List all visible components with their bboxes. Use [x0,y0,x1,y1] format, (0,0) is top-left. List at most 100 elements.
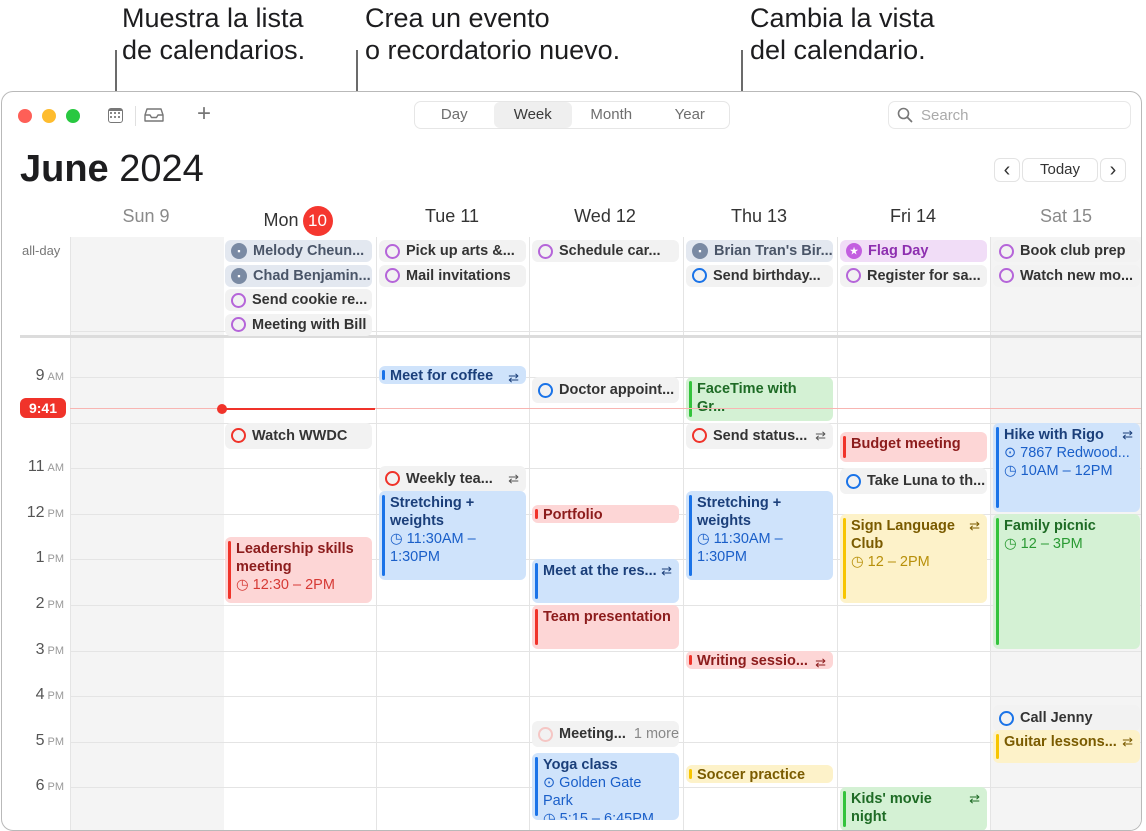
item-title: Schedule car... [559,243,661,259]
next-week-button[interactable]: › [1100,158,1126,182]
event[interactable]: Yoga class ⊙ Golden Gate Park ◷ 5:15 – 6:4… [532,753,679,820]
reminder-circle-icon[interactable] [385,471,400,487]
day-header[interactable]: Sat 15 [990,206,1141,227]
reminder-circle-icon[interactable] [999,268,1014,283]
event[interactable]: Soccer practice [686,764,833,784]
reminder-item[interactable]: Watch WWDC [225,422,372,449]
all-day-item[interactable]: ▪ Brian Tran's Bir... [686,240,833,262]
reminder-circle-icon[interactable] [538,726,553,742]
all-day-item[interactable]: Send cookie re... [225,289,372,311]
event-title: Yoga class [543,757,618,774]
calendar-grid-icon[interactable] [108,108,123,123]
all-day-item[interactable]: Register for sa... [840,264,987,287]
all-day-item[interactable]: Send birthday... [686,264,833,287]
event[interactable]: Hike with Rigo ⊙ 7867 Redwood... ◷ 10AM – … [993,422,1140,512]
more-link[interactable]: 1 more [634,726,679,742]
item-title: Take Luna to th... [867,473,986,490]
search-field[interactable]: Search [888,101,1131,129]
star-icon: ★ [846,243,862,259]
hour-label: 6 PM [35,777,64,795]
reminder-circle-icon[interactable] [846,473,861,489]
event-color-bar [382,369,385,381]
reminder-circle-icon[interactable] [385,268,400,283]
tab-year[interactable]: Year [651,102,730,128]
day-header[interactable]: Tue 11 [376,206,528,227]
plus-icon[interactable]: + [197,100,211,128]
tab-day[interactable]: Day [415,102,494,128]
all-day-item[interactable]: ★ Flag Day [840,240,987,262]
view-switcher: Day Week Month Year [414,101,730,129]
reminder-item[interactable]: Meeting... 1 more [532,721,679,748]
event-title: Stretching + weights [697,495,782,529]
prev-week-button[interactable]: ‹ [994,158,1020,182]
event[interactable]: Kids' movie night ⇄ [840,787,987,830]
hour-ampm: AM [47,371,65,383]
event[interactable]: Guitar lessons... ⇄ [993,730,1140,763]
event[interactable]: Sign Language Club ◷ 12 – 2PM ⇄ [840,513,987,603]
month-name: June [20,148,109,190]
event[interactable]: Leadership skills meeting ◷ 12:30 – 2PM [225,536,372,603]
reminder-circle-icon[interactable] [231,292,246,308]
day-header[interactable]: Thu 13 [683,206,835,227]
day-header[interactable]: Mon 10 [222,206,374,236]
reminder-item[interactable]: Doctor appoint... [532,377,679,403]
close-button[interactable] [18,109,32,123]
hour-label: 9 AM [35,367,65,384]
all-day-item[interactable]: Mail invitations [379,264,526,287]
current-time-line-today [222,407,375,410]
day-header[interactable]: Wed 12 [529,206,681,227]
all-day-item[interactable]: Schedule car... [532,240,679,262]
tab-week[interactable]: Week [493,102,572,128]
day-header[interactable]: Fri 14 [837,206,989,227]
calendar-window: + Day Week Month Year Search June 2024 ‹… [1,91,1142,831]
today-button[interactable]: Today [1022,158,1098,182]
all-day-item[interactable]: ▪ Melody Cheun... [225,240,372,262]
reminder-item[interactable]: Take Luna to th... [840,468,987,495]
tab-month[interactable]: Month [572,102,651,128]
item-title: Register for sa... [867,267,981,284]
reminder-circle-icon[interactable] [846,268,861,283]
minimize-button[interactable] [42,109,56,123]
event[interactable]: FaceTime with Gr... [686,377,833,421]
reminder-circle-icon[interactable] [692,268,707,283]
reminder-circle-icon[interactable] [538,243,553,259]
all-day-item[interactable]: Pick up arts &... [379,240,526,262]
item-title: Mail invitations [406,267,511,284]
zoom-button[interactable] [66,109,80,123]
event[interactable]: Writing sessio... ⇄ [686,650,833,669]
gift-icon: ▪ [231,243,247,259]
reminder-circle-icon[interactable] [538,382,553,398]
reminder-circle-icon[interactable] [692,428,707,444]
day-label: Fri 14 [889,206,936,226]
event[interactable]: Stretching + weights ◷ 11:30AM – 1:30PM [686,491,833,581]
event-color-bar [689,495,692,577]
all-day-item[interactable]: ▪ Chad Benjamin... [225,264,372,287]
event[interactable]: Family picnic ◷ 12 – 3PM [993,513,1140,649]
reminder-item[interactable]: Send status... ⇄ [686,422,833,449]
event-time: ◷ 12 – 3PM [1004,535,1083,552]
hour-label: 1 PM [35,549,64,567]
event[interactable]: Portfolio workshop [532,504,679,523]
search-placeholder: Search [921,106,969,124]
callout-text: de calendarios. [122,35,306,65]
event[interactable]: Budget meeting [840,431,987,462]
reminder-circle-icon[interactable] [999,243,1014,259]
reminder-circle-icon[interactable] [231,317,246,332]
all-day-item[interactable]: Meeting with Bill [225,313,372,336]
event[interactable]: Meet at the res... ⇄ [532,559,679,603]
day-header[interactable]: Sun 9 [70,206,222,227]
reminder-item[interactable]: Weekly tea... ⇄ [379,465,526,492]
event-location: ⊙ 7867 Redwood... [1004,444,1130,461]
event[interactable]: Team presentation [532,605,679,649]
inbox-tray-icon[interactable] [144,107,164,128]
day-label: Sun 9 [122,206,170,226]
reminder-circle-icon[interactable] [231,428,246,444]
reminder-item[interactable]: Call Jenny [993,705,1140,732]
item-title: Weekly tea... [406,470,493,487]
all-day-item[interactable]: Watch new mo... [993,264,1140,287]
reminder-circle-icon[interactable] [385,243,400,259]
all-day-item[interactable]: Book club prep [993,240,1140,262]
event[interactable]: Meet for coffee ⇄ [379,365,526,385]
event[interactable]: Stretching + weights ◷ 11:30AM – 1:30PM [379,491,526,581]
reminder-circle-icon[interactable] [999,710,1014,726]
